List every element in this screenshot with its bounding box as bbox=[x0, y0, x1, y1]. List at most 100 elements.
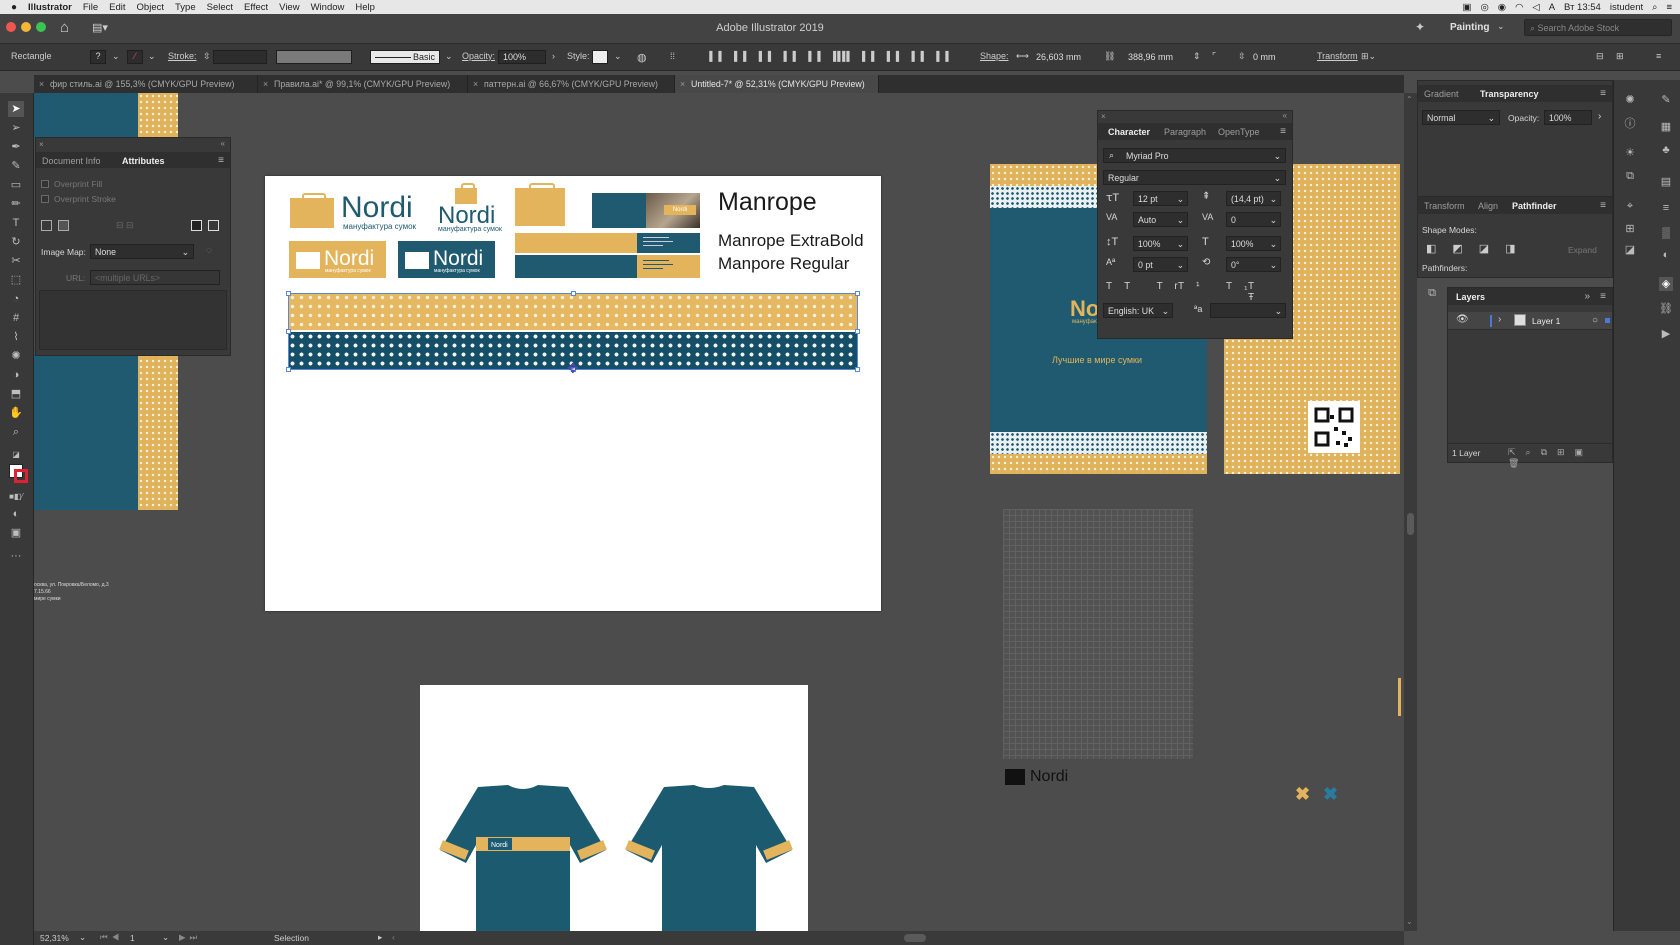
layers-dock-icon[interactable]: ◈ bbox=[1659, 277, 1673, 291]
free-transform-tool-icon[interactable]: ⬚ bbox=[8, 272, 24, 288]
collapse-panel-icon[interactable]: « bbox=[221, 139, 225, 148]
tab-layers[interactable]: Layers bbox=[1456, 292, 1485, 302]
resize-handle[interactable] bbox=[286, 291, 291, 296]
overprint-stroke-checkbox[interactable] bbox=[41, 195, 49, 203]
overprint-fill-checkbox[interactable] bbox=[41, 180, 49, 188]
selection-tool-icon[interactable]: ➤ bbox=[8, 101, 24, 117]
close-tab-icon[interactable]: × bbox=[680, 79, 685, 89]
horizontal-scale-field[interactable]: 100% ⌄ bbox=[1226, 236, 1281, 251]
libraries-panel-icon[interactable]: ▤ bbox=[1659, 175, 1673, 189]
layer-name[interactable]: Layer 1 bbox=[1532, 316, 1560, 326]
tab-pathfinder[interactable]: Pathfinder bbox=[1512, 201, 1557, 211]
browser-icon[interactable]: ◌ bbox=[206, 245, 212, 256]
url-list[interactable] bbox=[39, 290, 227, 350]
brushes-panel-icon[interactable]: ✎ bbox=[1659, 93, 1673, 107]
resize-handle[interactable] bbox=[571, 291, 576, 296]
chevron-down-icon[interactable]: ⌄ bbox=[614, 51, 622, 62]
collapse-panel-icon[interactable]: « bbox=[1283, 111, 1287, 120]
panel-menu-icon[interactable]: ≡ bbox=[1600, 200, 1606, 211]
url-field[interactable]: <multiple URLs> bbox=[90, 270, 220, 285]
chevron-right-icon[interactable]: › bbox=[552, 51, 555, 61]
appearance-panel-icon[interactable]: ☀ bbox=[1623, 146, 1637, 160]
isolate-icon[interactable]: ⊟ bbox=[1596, 51, 1604, 62]
fill-rule-icons[interactable]: ⊟ ⊟ bbox=[116, 220, 134, 231]
menu-select[interactable]: Select bbox=[207, 2, 233, 13]
default-colors-icon[interactable]: ◪ bbox=[8, 447, 24, 463]
close-tab-icon[interactable]: × bbox=[473, 79, 478, 89]
menu-app[interactable]: Illustrator bbox=[28, 2, 72, 13]
doc-tab-2[interactable]: × Правила.ai* @ 99,1% (CMYK/GPU Preview) bbox=[258, 75, 468, 93]
doc-tab-1[interactable]: × фир стиль.ai @ 155,3% (CMYK/GPU Preview… bbox=[34, 75, 258, 93]
stroke-label[interactable]: Stroke: bbox=[168, 51, 197, 61]
scroll-up-icon[interactable]: ⌃ bbox=[1406, 95, 1413, 104]
pen-tool-icon[interactable]: ✒ bbox=[8, 139, 24, 155]
artboard-nav-prev[interactable]: ⏮◀ bbox=[100, 932, 123, 943]
expand-layer-icon[interactable]: › bbox=[1498, 314, 1501, 325]
brush-definition[interactable]: Basic bbox=[370, 50, 440, 64]
chevron-down-icon[interactable]: ⌄ bbox=[445, 51, 453, 62]
menu-help[interactable]: Help bbox=[355, 2, 375, 13]
menu-list-icon[interactable]: ≡ bbox=[1666, 2, 1672, 13]
font-style-field[interactable]: Regular ⌄ bbox=[1103, 170, 1286, 185]
font-size-field[interactable]: 12 pt ⌄ bbox=[1133, 191, 1188, 206]
transparency-opacity-field[interactable]: 100% bbox=[1544, 110, 1592, 125]
resize-handle[interactable] bbox=[855, 291, 860, 296]
zoom-tool-icon[interactable]: ⌕ bbox=[8, 424, 24, 440]
layer-action-buttons[interactable]: ⇱⌕⧉⊞▣🗑 bbox=[1508, 447, 1612, 469]
artboard-number[interactable]: 1 bbox=[130, 933, 135, 943]
corner-radius-field[interactable]: 0 mm bbox=[1248, 50, 1288, 64]
show-center-on-icon[interactable] bbox=[58, 220, 69, 231]
info-panel-icon[interactable]: ⓘ bbox=[1623, 117, 1637, 131]
chevron-right-icon[interactable]: › bbox=[1598, 111, 1601, 122]
user-name[interactable]: istudent bbox=[1610, 2, 1643, 13]
type-tool-icon[interactable]: T bbox=[8, 215, 24, 231]
chevron-down-icon[interactable]: ⌄ bbox=[1497, 21, 1505, 32]
pathfinder-icon[interactable]: ⧉ bbox=[1420, 287, 1444, 305]
stroke-panel-icon[interactable]: ≡ bbox=[1659, 201, 1673, 215]
chevron-down-icon[interactable]: ⌄ bbox=[79, 932, 86, 943]
transform-panel-icon[interactable]: ⌖ bbox=[1623, 199, 1637, 213]
scrollbar-thumb[interactable] bbox=[1407, 513, 1414, 535]
scroll-down-icon[interactable]: ⌄ bbox=[1406, 917, 1413, 926]
status-icon[interactable]: ▣ bbox=[1463, 2, 1472, 13]
corner-type-icon[interactable]: ⌜ bbox=[1212, 51, 1216, 62]
pathfinder-dock-icon[interactable]: ◪ bbox=[1623, 243, 1637, 257]
tab-attributes[interactable]: Attributes bbox=[122, 156, 165, 166]
underline-strike-buttons[interactable]: T Ŧ bbox=[1248, 281, 1292, 303]
more-tools-icon[interactable]: ··· bbox=[8, 548, 24, 564]
align-to-icon[interactable]: ⁞⁞ bbox=[670, 51, 675, 61]
symbol-sprayer-tool-icon[interactable]: ✺ bbox=[8, 348, 24, 364]
keyboard-icon[interactable]: A bbox=[1549, 2, 1555, 13]
tracking-field[interactable]: 0 ⌄ bbox=[1226, 212, 1281, 227]
scroll-left-icon[interactable]: ‹ bbox=[392, 932, 395, 942]
blend-tool-icon[interactable]: ◑ bbox=[8, 367, 24, 383]
artboard-main[interactable]: Nordi мануфактура сумок Nordi мануфактур… bbox=[265, 176, 881, 611]
font-family-field[interactable]: ⌕ Myriad Pro ⌄ bbox=[1103, 148, 1286, 163]
workspace-switcher[interactable]: Painting bbox=[1450, 22, 1489, 33]
kerning-field[interactable]: Auto ⌄ bbox=[1133, 212, 1188, 227]
arrange-icon[interactable]: ⊞ bbox=[1616, 51, 1624, 62]
close-panel-icon[interactable]: × bbox=[1101, 112, 1106, 121]
gradient-panel-icon[interactable]: ▒ bbox=[1659, 226, 1673, 240]
draw-mode-icon[interactable]: ◐ bbox=[8, 506, 24, 522]
baseline-shift-field[interactable]: 0 pt ⌄ bbox=[1133, 257, 1188, 272]
blend-mode-select[interactable]: Normal ⌄ bbox=[1422, 110, 1500, 125]
resize-handle[interactable] bbox=[855, 367, 860, 372]
close-tab-icon[interactable]: × bbox=[263, 79, 268, 89]
tab-transform[interactable]: Transform bbox=[1424, 201, 1465, 211]
variable-width-profile[interactable] bbox=[276, 50, 352, 64]
transform-link[interactable]: Transform bbox=[1317, 51, 1358, 61]
resize-handle[interactable] bbox=[286, 329, 291, 334]
color-panel-icon[interactable]: ✺ bbox=[1623, 93, 1637, 107]
collapse-panel-icon[interactable]: » bbox=[1584, 291, 1590, 302]
rotate-tool-icon[interactable]: ↻ bbox=[8, 234, 24, 250]
even-odd-icon[interactable] bbox=[208, 220, 219, 231]
distribute-buttons[interactable]: ▐▌▐▌▐▌▐▌▐▌ bbox=[834, 51, 958, 61]
shape-label[interactable]: Shape: bbox=[980, 51, 1009, 61]
stroke-weight-field[interactable] bbox=[213, 50, 267, 64]
stroke-color-icon[interactable] bbox=[14, 469, 28, 483]
recolor-artwork-icon[interactable]: ◍ bbox=[637, 51, 647, 64]
swatches-panel-icon[interactable]: ▦ bbox=[1659, 120, 1673, 134]
menu-window[interactable]: Window bbox=[311, 2, 345, 13]
symbols-panel-icon[interactable]: ♣ bbox=[1659, 143, 1673, 157]
